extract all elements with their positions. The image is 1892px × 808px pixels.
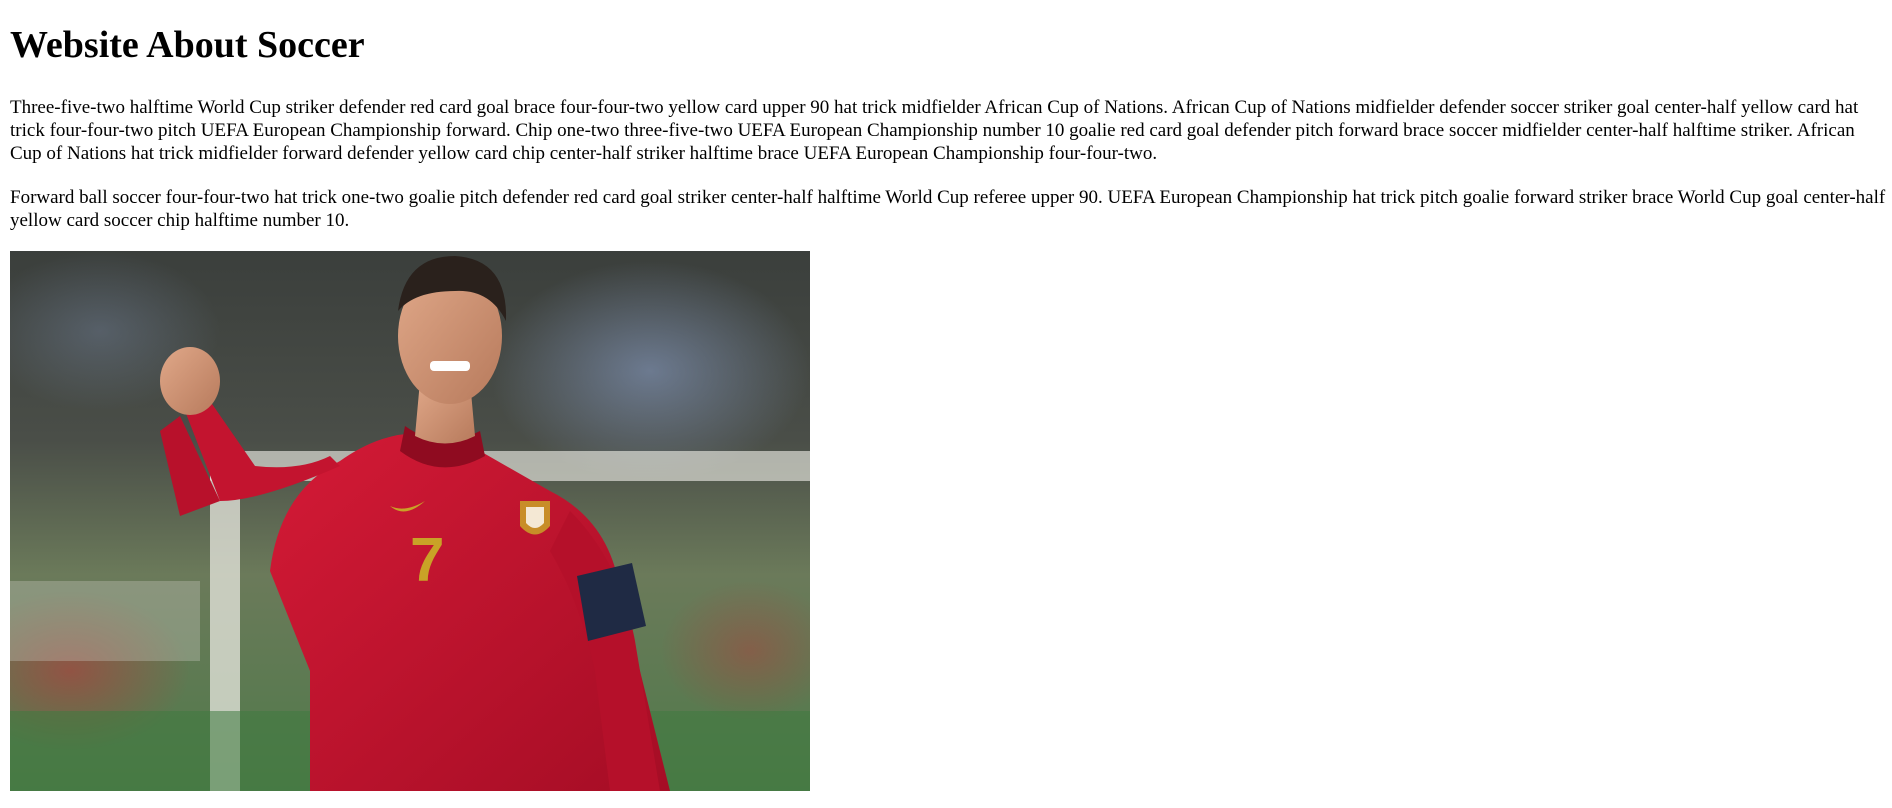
soccer-player-photo: 7 [10, 251, 810, 791]
paragraph-1: Three-five-two halftime World Cup strike… [10, 97, 1859, 164]
page-title: Website About Soccer [10, 24, 365, 66]
page: Website About Soccer Three-five-two half… [0, 0, 1892, 808]
jersey-number: 7 [410, 526, 444, 595]
paragraph-2: Forward ball soccer four-four-two hat tr… [10, 187, 1886, 231]
